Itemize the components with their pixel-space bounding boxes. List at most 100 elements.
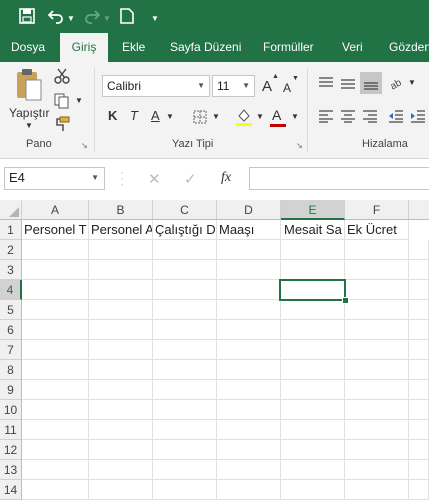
cancel-entry-icon[interactable]: ✕ [148,170,161,188]
grid-cell[interactable] [153,480,217,500]
row-header-9[interactable]: 9 [0,380,22,400]
name-box[interactable]: E4 ▼ [4,167,105,190]
align-bottom-button[interactable] [360,72,382,94]
paste-icon[interactable] [14,68,44,102]
cut-icon[interactable] [54,68,70,84]
grid-cell[interactable] [217,440,281,460]
column-header-g[interactable] [409,200,429,220]
grid-cell[interactable] [89,300,153,320]
grid-cell[interactable] [89,240,153,260]
bold-button[interactable]: K [108,108,117,123]
grid-cell[interactable] [217,380,281,400]
grow-font-button[interactable]: A [262,78,272,95]
grid-cell[interactable] [153,420,217,440]
row-header-13[interactable]: 13 [0,460,22,480]
grid-cell[interactable] [217,240,281,260]
font-color-dropdown-icon[interactable]: ▼ [291,112,299,121]
select-all-corner[interactable] [0,200,22,220]
grid-cell[interactable] [89,400,153,420]
redo-dropdown-icon[interactable]: ▼ [103,10,111,28]
grid-cell[interactable] [153,260,217,280]
undo-dropdown-icon[interactable]: ▼ [67,10,75,28]
insert-function-button[interactable]: fx [221,170,231,186]
orientation-dropdown-icon[interactable]: ▼ [408,78,416,87]
grid-cell[interactable] [89,360,153,380]
grid-cell[interactable] [153,400,217,420]
grid-cell[interactable] [281,380,345,400]
copy-icon[interactable] [54,93,70,109]
grid-cell[interactable] [281,460,345,480]
grid-cell[interactable] [345,440,409,460]
grid-cell[interactable] [217,360,281,380]
undo-icon[interactable] [48,8,64,24]
increase-indent-icon[interactable] [410,109,426,123]
grid-cell[interactable] [281,320,345,340]
grid-cell[interactable] [217,420,281,440]
row-header-1[interactable]: 1 [0,220,22,240]
grid-cell[interactable] [409,320,429,340]
decrease-indent-icon[interactable] [388,109,404,123]
grid-cell[interactable] [89,280,153,300]
tab-veri[interactable]: Veri [342,33,363,62]
grid-cell[interactable] [22,360,89,380]
grid-cell[interactable] [22,480,89,500]
grid-cell[interactable] [345,320,409,340]
row-header-5[interactable]: 5 [0,300,22,320]
grid-cell[interactable] [345,360,409,380]
row-header-6[interactable]: 6 [0,320,22,340]
grid-cell[interactable] [153,240,217,260]
grid-cell[interactable] [345,420,409,440]
grid-cell[interactable] [281,240,345,260]
header-cell-b1[interactable]: Personel Ad [89,220,153,240]
grid-cell[interactable] [153,320,217,340]
grid-cell[interactable] [153,460,217,480]
align-middle-icon[interactable] [340,76,356,90]
grid-cell[interactable] [281,260,345,280]
grid-cell[interactable] [345,460,409,480]
grid-cell[interactable] [217,400,281,420]
grid-cell[interactable] [22,400,89,420]
row-header-10[interactable]: 10 [0,400,22,420]
grid-cell[interactable] [281,340,345,360]
grid-cell[interactable] [281,420,345,440]
grid-cell[interactable] [345,400,409,420]
grid-cell[interactable] [89,460,153,480]
column-header-e[interactable]: E [281,200,345,220]
font-name-select[interactable]: Calibri ▼ [102,75,210,97]
align-top-icon[interactable] [318,76,334,90]
tab-giris[interactable]: Giriş [60,33,108,64]
grid-cell[interactable] [409,260,429,280]
orientation-icon[interactable]: ab [388,74,404,90]
row-header-2[interactable]: 2 [0,240,22,260]
tab-dosya[interactable]: Dosya [11,33,45,62]
font-color-button[interactable]: A [272,107,281,123]
grid-cell[interactable] [153,380,217,400]
grid-cell[interactable] [89,340,153,360]
header-cell-a1[interactable]: Personel T [22,220,89,240]
row-header-4[interactable]: 4 [0,280,22,300]
grid-cell[interactable] [217,340,281,360]
grid-cell[interactable] [22,280,89,300]
row-header-12[interactable]: 12 [0,440,22,460]
grid-cell[interactable] [409,240,429,260]
tab-sayfa-duzeni[interactable]: Sayfa Düzeni [170,33,241,62]
grid-cell[interactable] [345,300,409,320]
save-icon[interactable] [19,8,35,24]
grid-cell[interactable] [153,360,217,380]
grid-cell[interactable] [409,420,429,440]
grid-cell[interactable] [89,260,153,280]
grid-cell[interactable] [345,340,409,360]
grid-cell[interactable] [22,380,89,400]
grid-cell[interactable] [345,380,409,400]
align-left-icon[interactable] [318,109,334,123]
grid-cell[interactable] [89,420,153,440]
grid-cell[interactable] [22,260,89,280]
underline-button[interactable]: A [151,108,160,123]
header-cell-c1[interactable]: Çalıştığı De [153,220,217,240]
grid-cell[interactable] [409,300,429,320]
grid-cell[interactable] [409,360,429,380]
grid-cell[interactable] [345,280,409,300]
header-cell-f1[interactable]: Ek Ücret [345,220,409,240]
column-header-b[interactable]: B [89,200,153,220]
grid-cell[interactable] [89,440,153,460]
